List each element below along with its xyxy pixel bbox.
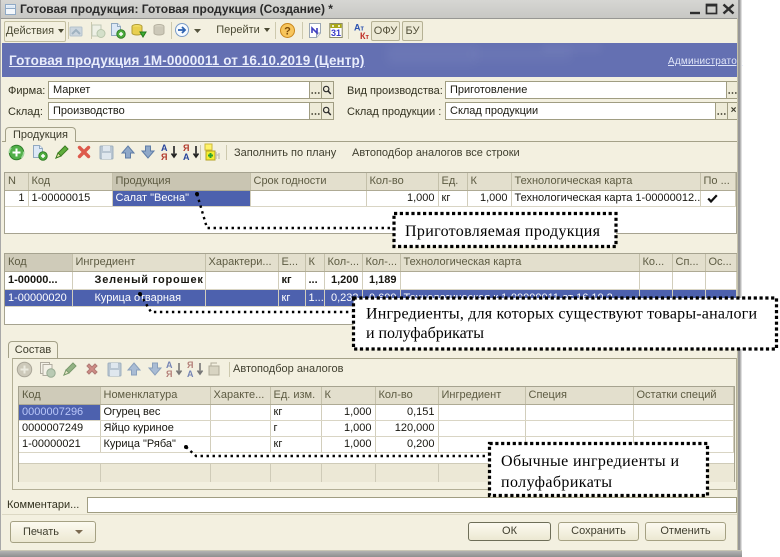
svg-text:Ингредиенты, для которых сущес: Ингредиенты, для которых существуют това… xyxy=(366,306,757,323)
svg-text:и полуфабрикаты: и полуфабрикаты xyxy=(366,325,484,342)
svg-text:Приготовляемая продукция: Приготовляемая продукция xyxy=(405,223,601,240)
svg-text:полуфабрикаты: полуфабрикаты xyxy=(501,474,612,491)
svg-text:Обычные ингредиенты и: Обычные ингредиенты и xyxy=(501,453,679,470)
